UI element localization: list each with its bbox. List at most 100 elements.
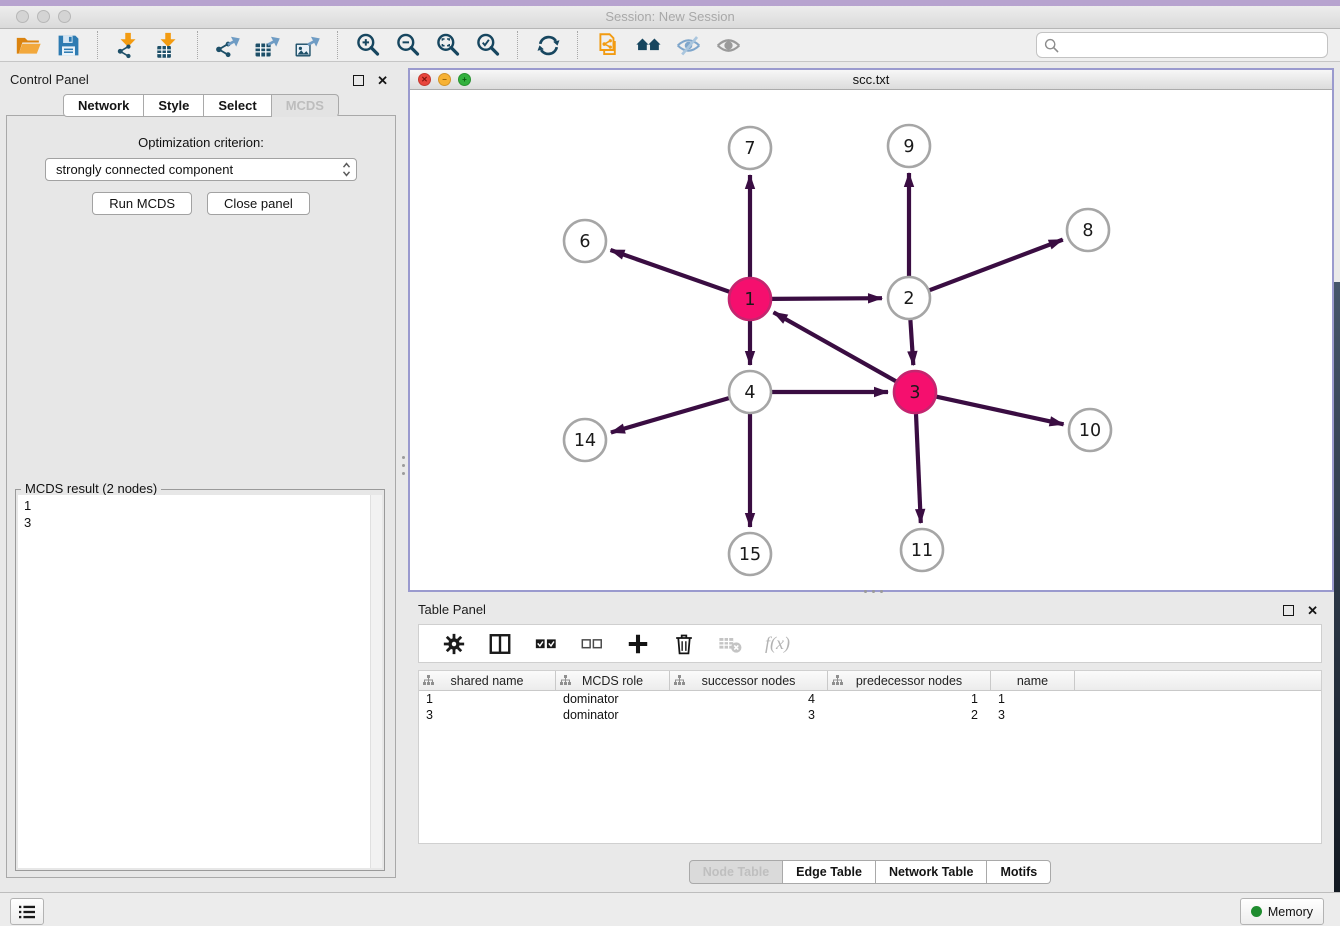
graph-node-14[interactable]: 14: [564, 419, 606, 461]
graph-edge-3-10[interactable]: [937, 397, 1064, 425]
mac-titlebar: Session: New Session: [0, 6, 1340, 29]
criterion-select[interactable]: strongly connected component: [45, 158, 357, 181]
show-columns-icon[interactable]: [483, 629, 517, 659]
cell-successor-nodes[interactable]: 3: [670, 708, 828, 722]
show-all-icon[interactable]: [711, 30, 745, 60]
zoom-fit-icon[interactable]: [431, 30, 465, 60]
column-header-name[interactable]: name: [991, 671, 1075, 690]
svg-text:4: 4: [744, 383, 755, 403]
graph-node-1[interactable]: 1: [729, 278, 771, 320]
graph-edge-3-1[interactable]: [774, 312, 896, 381]
network-window-titlebar[interactable]: ✕ − + scc.txt: [410, 70, 1332, 90]
graph-node-9[interactable]: 9: [888, 125, 930, 167]
graph-edge-3-11[interactable]: [916, 414, 921, 523]
hide-selection-icon[interactable]: [671, 30, 705, 60]
import-table-icon[interactable]: [151, 30, 185, 60]
zoom-in-icon[interactable]: [351, 30, 385, 60]
tab-select[interactable]: Select: [204, 94, 271, 117]
graph-edge-2-3[interactable]: [910, 320, 913, 365]
graph-node-10[interactable]: 10: [1069, 409, 1111, 451]
toolbar-separator: [517, 31, 519, 59]
function-builder-icon[interactable]: f(x): [765, 633, 790, 654]
mcds-result-title: MCDS result (2 nodes): [21, 481, 161, 496]
float-table-panel-icon[interactable]: [1283, 605, 1294, 616]
graph-node-2[interactable]: 2: [888, 277, 930, 319]
column-header-predecessor-nodes[interactable]: predecessor nodes: [828, 671, 991, 690]
graph-node-4[interactable]: 4: [729, 371, 771, 413]
tab-network-table[interactable]: Network Table: [876, 860, 988, 884]
mcds-result-node: 3: [24, 514, 376, 531]
graph-edge-1-6[interactable]: [611, 250, 730, 292]
first-neighbors-icon[interactable]: [631, 30, 665, 60]
close-table-panel-icon[interactable]: ✕: [1307, 604, 1318, 617]
delete-row-icon[interactable]: [667, 629, 701, 659]
network-canvas[interactable]: 7 9 6 8 1 2 4 3 14 10 15 11: [410, 89, 1332, 590]
svg-text:2: 2: [903, 289, 914, 309]
memory-button[interactable]: Memory: [1240, 898, 1324, 925]
list-icon: [17, 904, 37, 920]
column-header-successor-nodes[interactable]: successor nodes: [670, 671, 828, 690]
table-settings-icon[interactable]: [437, 629, 471, 659]
task-history-button[interactable]: [10, 898, 44, 925]
graph-node-8[interactable]: 8: [1067, 209, 1109, 251]
table-row[interactable]: 3dominator323: [419, 707, 1321, 723]
cell-shared-name[interactable]: 1: [419, 692, 556, 706]
tab-style[interactable]: Style: [144, 94, 204, 117]
mcds-result-area[interactable]: 13: [18, 495, 382, 868]
close-panel-icon[interactable]: ✕: [377, 74, 388, 87]
float-panel-icon[interactable]: [353, 75, 364, 86]
open-file-icon[interactable]: [11, 30, 45, 60]
search-input[interactable]: [1064, 37, 1327, 54]
graph-node-3[interactable]: 3: [894, 371, 936, 413]
close-panel-button[interactable]: Close panel: [207, 192, 310, 215]
table-row[interactable]: 1dominator411: [419, 691, 1321, 707]
save-session-icon[interactable]: [51, 30, 85, 60]
search-icon: [1044, 38, 1059, 53]
cell-successor-nodes[interactable]: 4: [670, 692, 828, 706]
graph-node-15[interactable]: 15: [729, 533, 771, 575]
run-mcds-button[interactable]: Run MCDS: [92, 192, 192, 215]
column-header-MCDS-role[interactable]: MCDS role: [556, 671, 670, 690]
graph-node-6[interactable]: 6: [564, 220, 606, 262]
select-stepper-icon: [342, 162, 351, 177]
control-panel: Control Panel ✕ NetworkStyleSelectMCDS O…: [0, 68, 402, 888]
select-all-rows-icon[interactable]: [529, 629, 563, 659]
add-row-icon[interactable]: [621, 629, 655, 659]
export-image-icon[interactable]: [291, 30, 325, 60]
graph-edge-1-2[interactable]: [772, 298, 882, 299]
control-panel-title: Control Panel: [10, 72, 89, 87]
panel-splitter-vertical[interactable]: [401, 452, 405, 478]
zoom-selected-icon[interactable]: [471, 30, 505, 60]
graph-node-11[interactable]: 11: [901, 529, 943, 571]
search-box[interactable]: [1036, 32, 1328, 58]
cell-shared-name[interactable]: 3: [419, 708, 556, 722]
result-scrollbar[interactable]: [370, 495, 382, 868]
zoom-out-icon[interactable]: [391, 30, 425, 60]
cell-predecessor-nodes[interactable]: 2: [828, 708, 991, 722]
cell-predecessor-nodes[interactable]: 1: [828, 692, 991, 706]
tab-node-table[interactable]: Node Table: [689, 860, 783, 884]
cell-MCDS-role[interactable]: dominator: [556, 692, 670, 706]
cell-name[interactable]: 3: [991, 708, 1075, 722]
panel-splitter-horizontal[interactable]: [860, 589, 886, 593]
tab-motifs[interactable]: Motifs: [987, 860, 1051, 884]
tab-network[interactable]: Network: [63, 94, 144, 117]
apply-layout-icon[interactable]: [531, 30, 565, 60]
cell-MCDS-role[interactable]: dominator: [556, 708, 670, 722]
graph-edge-4-14[interactable]: [611, 398, 729, 432]
column-label: predecessor nodes: [856, 674, 962, 688]
network-from-selection-icon[interactable]: [591, 30, 625, 60]
import-network-icon[interactable]: [111, 30, 145, 60]
column-header-shared-name[interactable]: shared name: [419, 671, 556, 690]
desktop-wallpaper-right: [1334, 282, 1340, 926]
graph-edge-2-8[interactable]: [930, 240, 1063, 291]
export-table-icon[interactable]: [251, 30, 285, 60]
network-graph[interactable]: 7 9 6 8 1 2 4 3 14 10 15 11: [410, 89, 1332, 590]
cell-name[interactable]: 1: [991, 692, 1075, 706]
graph-node-7[interactable]: 7: [729, 127, 771, 169]
delete-column-icon[interactable]: [713, 629, 747, 659]
tab-mcds[interactable]: MCDS: [272, 94, 339, 117]
tab-edge-table[interactable]: Edge Table: [783, 860, 876, 884]
export-network-icon[interactable]: [211, 30, 245, 60]
deselect-all-rows-icon[interactable]: [575, 629, 609, 659]
